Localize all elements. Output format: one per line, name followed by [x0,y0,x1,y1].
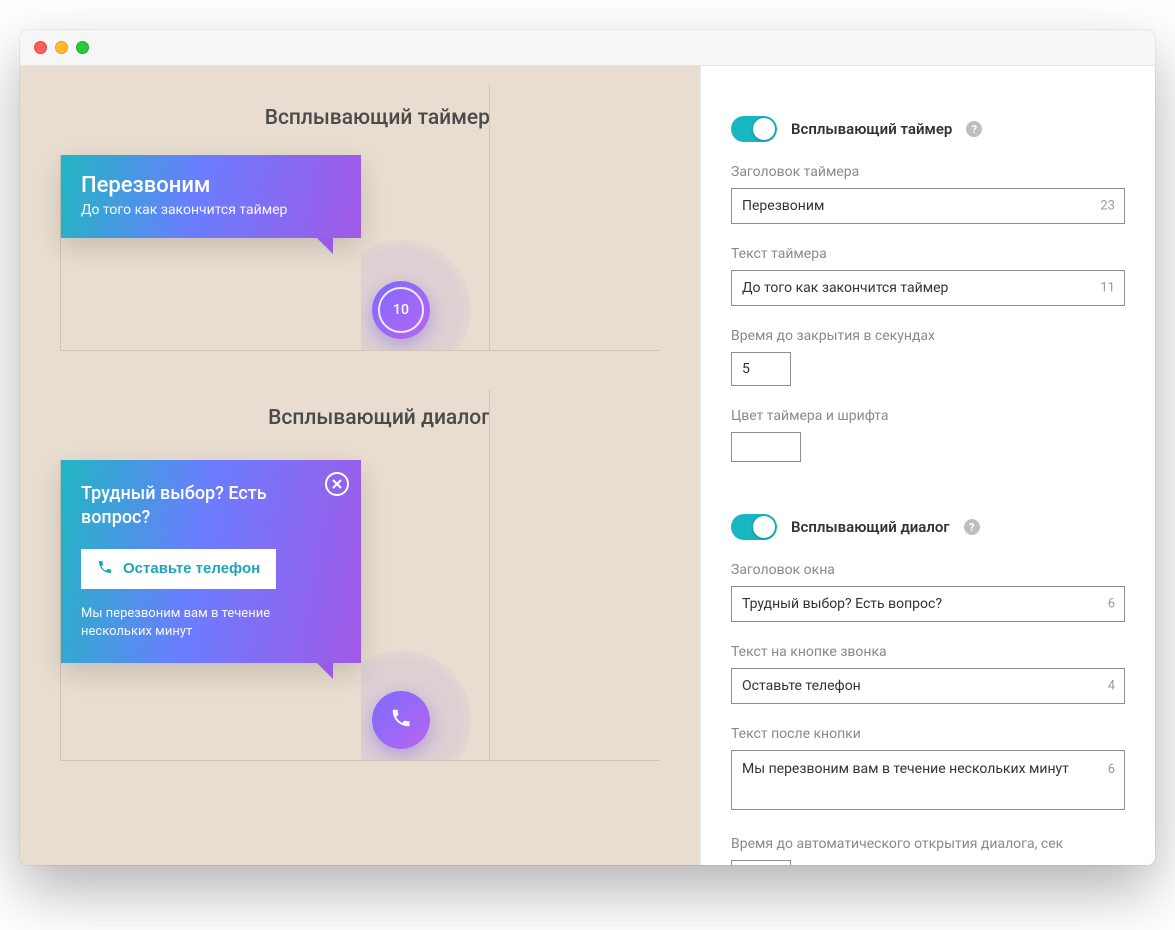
timer-bubble: 10 [361,195,491,350]
dialog-auto-label: Время до автоматического открытия диалог… [731,836,1125,852]
dialog-bubble [361,590,491,760]
dialog-button-input[interactable] [731,668,1125,704]
timer-text-label: Текст таймера [731,246,1125,262]
close-icon[interactable] [325,472,349,496]
timer-title-input[interactable] [731,188,1125,224]
window-close-icon[interactable] [34,41,47,54]
preview-timer-heading: Всплывающий таймер [60,106,660,130]
preview-panel: Всплывающий таймер Перезвоним До того ка… [20,66,700,865]
timer-color-label: Цвет таймера и шрифта [731,408,1125,424]
dialog-auto-input[interactable] [731,860,791,865]
dialog-after-input[interactable] [731,750,1125,810]
dialog-toggle[interactable] [731,514,777,540]
timer-countdown-badge[interactable]: 10 [372,281,430,339]
char-counter: 23 [1100,199,1115,214]
preview-dialog-heading: Всплывающий диалог [60,406,660,430]
leave-phone-button-label: Оставьте телефон [123,560,260,577]
timer-title-label: Заголовок таймера [731,164,1125,180]
help-icon[interactable]: ? [964,519,980,535]
timer-section-header: Всплывающий таймер ? [731,116,1125,142]
timer-seconds-input[interactable] [731,352,791,386]
timer-color-input[interactable] [731,432,801,462]
char-counter: 6 [1108,762,1115,777]
preview-dialog-stage: Трудный выбор? Есть вопрос? Оставьте тел… [60,460,660,761]
timer-seconds-label: Время до закрытия в секундах [731,328,1125,344]
timer-toggle[interactable] [731,116,777,142]
timer-toggle-label: Всплывающий таймер [791,120,952,138]
leave-phone-button[interactable]: Оставьте телефон [81,549,276,589]
char-counter: 11 [1100,281,1115,296]
timer-popup-subtitle: До того как закончится таймер [81,202,341,218]
app-window: Всплывающий таймер Перезвоним До того ка… [20,30,1155,865]
dialog-popup-subtext: Мы перезвоним вам в течение нескольких м… [81,605,341,641]
content: Всплывающий таймер Перезвоним До того ка… [20,66,1155,865]
call-fab-button[interactable] [372,691,430,749]
dialog-title-label: Заголовок окна [731,562,1125,578]
timer-popup-preview: Перезвоним До того как закончится таймер [61,155,361,238]
help-icon[interactable]: ? [966,121,982,137]
window-maximize-icon[interactable] [76,41,89,54]
dialog-after-label: Текст после кнопки [731,726,1125,742]
dialog-button-label: Текст на кнопке звонка [731,644,1125,660]
dialog-title-input[interactable] [731,586,1125,622]
window-minimize-icon[interactable] [55,41,68,54]
titlebar [20,30,1155,66]
dialog-toggle-label: Всплывающий диалог [791,518,950,536]
char-counter: 4 [1108,679,1115,694]
phone-icon [97,559,113,579]
timer-popup-title: Перезвоним [81,173,341,198]
char-counter: 6 [1108,597,1115,612]
dialog-popup-preview: Трудный выбор? Есть вопрос? Оставьте тел… [61,460,361,663]
settings-panel: Всплывающий таймер ? Заголовок таймера 2… [700,66,1155,865]
preview-timer-stage: Перезвоним До того как закончится таймер… [60,155,660,351]
timer-text-input[interactable] [731,270,1125,306]
dialog-section-header: Всплывающий диалог ? [731,514,1125,540]
dialog-popup-title: Трудный выбор? Есть вопрос? [81,482,341,531]
phone-icon [390,707,412,733]
